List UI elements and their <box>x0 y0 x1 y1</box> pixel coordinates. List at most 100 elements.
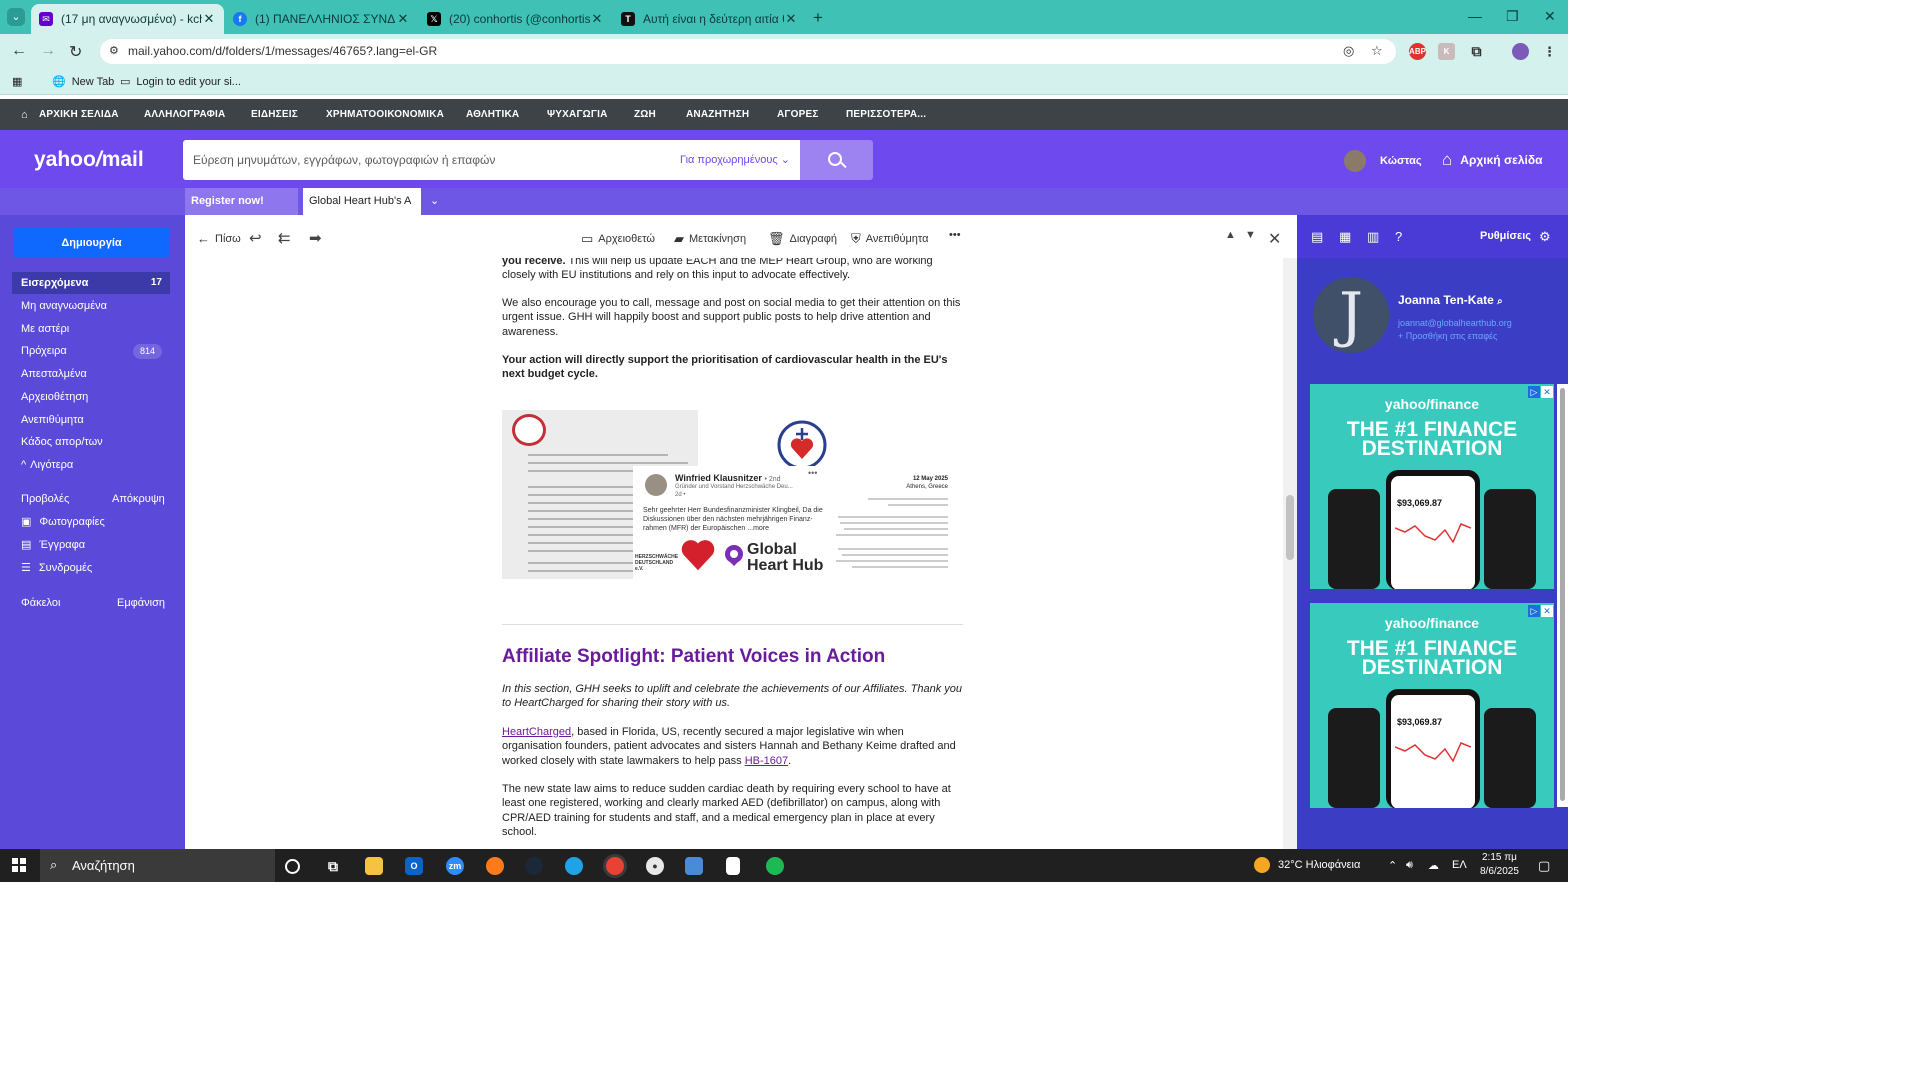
search-input[interactable]: Εύρεση μηνυμάτων, εγγράφων, φωτογραφιών … <box>183 140 800 180</box>
browser-tab-news[interactable]: T Αυτή είναι η δεύτερη αιτία θαν ✕ <box>613 4 806 34</box>
star-icon[interactable]: ☆ <box>1371 43 1383 59</box>
weather-text[interactable]: 32°C Ηλιοφάνεια <box>1278 859 1360 871</box>
sidebar-item-unread[interactable]: Μη αναγνωσμένα <box>12 295 170 317</box>
calendar-icon[interactable]: ▦ <box>1339 229 1351 245</box>
bookmark-login[interactable]: ▭ Login to edit your si... <box>120 75 241 89</box>
email-scrollbar[interactable] <box>1283 258 1297 849</box>
notepad-icon[interactable]: ▥ <box>1367 229 1379 245</box>
sidebar-item-spam[interactable]: Ανεπιθύμητα <box>12 409 170 431</box>
ad-banner[interactable]: ▷ ✕ yahoo/finance THE #1 FINANCE DESTINAT… <box>1310 384 1554 589</box>
hide-views-link[interactable]: Απόκρυψη <box>112 493 165 505</box>
sidebar-item-trash[interactable]: Κάδος απορ/των <box>12 431 170 453</box>
browser-tab-yahoo-mail[interactable]: ✉ (17 μη αναγνωσμένα) - kchorti ✕ <box>31 4 224 34</box>
compose-button[interactable]: Δημιουργία <box>13 228 170 257</box>
close-tab-icon[interactable]: ✕ <box>784 11 798 27</box>
sidebar-item-drafts[interactable]: Πρόχειρα 814 <box>12 340 170 362</box>
notepad-icon[interactable] <box>726 857 740 875</box>
store-icon[interactable] <box>685 857 703 875</box>
scrollbar-thumb[interactable] <box>1560 388 1565 801</box>
move-button[interactable]: ▰ Μετακίνηση <box>674 231 746 247</box>
nav-news[interactable]: ΕΙΔΗΣΕΙΣ <box>251 109 298 120</box>
close-message-icon[interactable]: ✕ <box>1268 229 1281 249</box>
contact-card-icon[interactable]: ▤ <box>1311 229 1323 245</box>
show-folders-link[interactable]: Εμφάνιση <box>117 597 165 609</box>
home-link[interactable]: ⌂ Αρχική σελίδα <box>1442 150 1543 170</box>
taskbar-search[interactable]: ⌕ Αναζήτηση <box>40 849 275 882</box>
gear-icon[interactable]: ⚙ <box>1539 229 1551 245</box>
sidebar-item-inbox[interactable]: Εισερχόμενα 17 <box>12 272 170 294</box>
menu-kebab-icon[interactable]: ⋮ <box>1541 43 1558 60</box>
add-contact-link[interactable]: + Προσθήκη στις επαφές <box>1398 331 1497 341</box>
steam-icon[interactable] <box>525 857 543 875</box>
nav-sports[interactable]: ΑΘΛΗΤΙΚΑ <box>466 109 519 120</box>
user-menu[interactable]: Κώστας <box>1344 150 1422 172</box>
profile-avatar-icon[interactable] <box>1512 43 1529 60</box>
next-message-icon[interactable]: ▼ <box>1245 229 1256 241</box>
nav-life[interactable]: ΖΩΗ <box>634 109 656 120</box>
message-tab-global-heart-hub[interactable]: Global Heart Hub's A <box>303 188 421 215</box>
firefox-icon[interactable] <box>486 857 504 875</box>
nav-more[interactable]: ΠΕΡΙΣΣΟΤΕΡΑ... <box>846 109 926 120</box>
windows-start-icon[interactable] <box>12 858 26 872</box>
url-text[interactable]: mail.yahoo.com/d/folders/1/messages/4676… <box>128 44 437 58</box>
spotify-icon[interactable] <box>766 857 784 875</box>
extension-icon[interactable]: K <box>1438 43 1455 60</box>
speaker-icon[interactable]: 🔊︎ <box>1406 859 1413 872</box>
more-actions-button[interactable]: ••• <box>949 229 961 241</box>
ad-banner[interactable]: ▷ ✕ yahoo/finance THE #1 FINANCE DESTINAT… <box>1310 603 1554 808</box>
puzzle-icon[interactable]: ⧉ <box>1468 43 1485 60</box>
scrollbar-thumb[interactable] <box>1286 495 1294 560</box>
settings-link[interactable]: Ρυθμίσεις <box>1480 230 1531 242</box>
close-tab-icon[interactable]: ✕ <box>590 11 604 27</box>
close-window-icon[interactable]: ✕ <box>1544 8 1556 25</box>
minimize-icon[interactable]: — <box>1468 8 1482 24</box>
delete-button[interactable]: 🗑 Διαγραφή <box>768 231 837 247</box>
chevron-up-icon[interactable]: ⌃ <box>1388 859 1397 872</box>
search-icon[interactable]: ⌕ <box>1497 296 1503 307</box>
nav-mail[interactable]: ΑΛΛΗΛΟΓΡΑΦΙΑ <box>144 109 225 120</box>
back-arrow-icon[interactable]: ← <box>11 42 27 60</box>
sidebar-item-documents[interactable]: ▤ Έγγραφα <box>21 538 85 552</box>
clock-time[interactable]: 2:15 πμ <box>1482 852 1517 863</box>
nav-entertainment[interactable]: ΨΥΧΑΓΩΓΙΑ <box>547 109 608 120</box>
tab-search-chevron-icon[interactable]: ⌄ <box>7 8 25 26</box>
sidebar-item-archive[interactable]: Αρχειοθέτηση <box>12 386 170 408</box>
contact-email[interactable]: joannat@globalhearthub.org <box>1398 318 1512 328</box>
spam-button[interactable]: ⛨ Ανεπιθύμητα <box>851 231 928 247</box>
nav-home[interactable]: ΑΡΧΙΚΗ ΣΕΛΙΔΑ <box>39 109 119 120</box>
cortana-icon[interactable] <box>285 859 300 874</box>
home-icon[interactable]: ⌂ <box>21 109 28 121</box>
forward-arrow-icon[interactable]: → <box>40 42 56 60</box>
nav-shopping[interactable]: ΑΓΟΡΕΣ <box>777 109 819 120</box>
sidebar-item-subscriptions[interactable]: ☰ Συνδρομές <box>21 561 92 575</box>
sidebar-item-photos[interactable]: ▣ Φωτογραφίες <box>21 515 105 529</box>
browser-tab-x[interactable]: 𝕏 (20) conhortis (@conhortis) / X ✕ <box>419 4 612 34</box>
chrome-icon[interactable] <box>606 857 624 875</box>
reply-all-icon[interactable]: ⇇ <box>278 229 291 247</box>
linkedin-post-image[interactable]: Winfried Klausnitzer • 2nd Gründer und V… <box>633 466 830 581</box>
new-tab-icon[interactable]: + <box>813 8 823 28</box>
file-explorer-icon[interactable] <box>365 857 383 875</box>
letter-document-image[interactable]: 12 May 2025 Athens, Greece <box>830 470 956 582</box>
heartcharged-link[interactable]: HeartCharged <box>502 726 571 738</box>
network-icon[interactable]: ☁ <box>1428 859 1439 872</box>
edge-icon[interactable] <box>565 857 583 875</box>
restore-icon[interactable]: ❐ <box>1506 8 1519 25</box>
hb-1607-link[interactable]: HB-1607 <box>745 755 788 767</box>
previous-message-icon[interactable]: ▲ <box>1225 229 1236 241</box>
advanced-search-toggle[interactable]: Για προχωρημένους ⌄ <box>680 153 790 166</box>
weather-sun-icon[interactable] <box>1254 857 1270 873</box>
language-indicator[interactable]: ΕΛ <box>1452 859 1467 871</box>
site-info-icon[interactable]: ⚙ <box>109 44 119 57</box>
message-tab-register[interactable]: Register now! Access <box>185 188 298 234</box>
bookmark-new-tab[interactable]: 🌐 New Tab <box>52 75 114 89</box>
reply-icon[interactable]: ↩ <box>249 229 262 247</box>
adblock-icon[interactable]: ABP <box>1409 43 1426 60</box>
nav-search[interactable]: ΑΝΑΖΗΤΗΣΗ <box>686 109 749 120</box>
clock-date[interactable]: 8/6/2025 <box>1480 866 1519 877</box>
back-button[interactable]: ← Πίσω <box>197 231 241 246</box>
close-tab-icon[interactable]: ✕ <box>396 11 410 27</box>
eye-off-icon[interactable]: ◎ <box>1343 43 1354 59</box>
help-icon[interactable]: ? <box>1395 229 1402 244</box>
search-button[interactable] <box>800 140 873 180</box>
